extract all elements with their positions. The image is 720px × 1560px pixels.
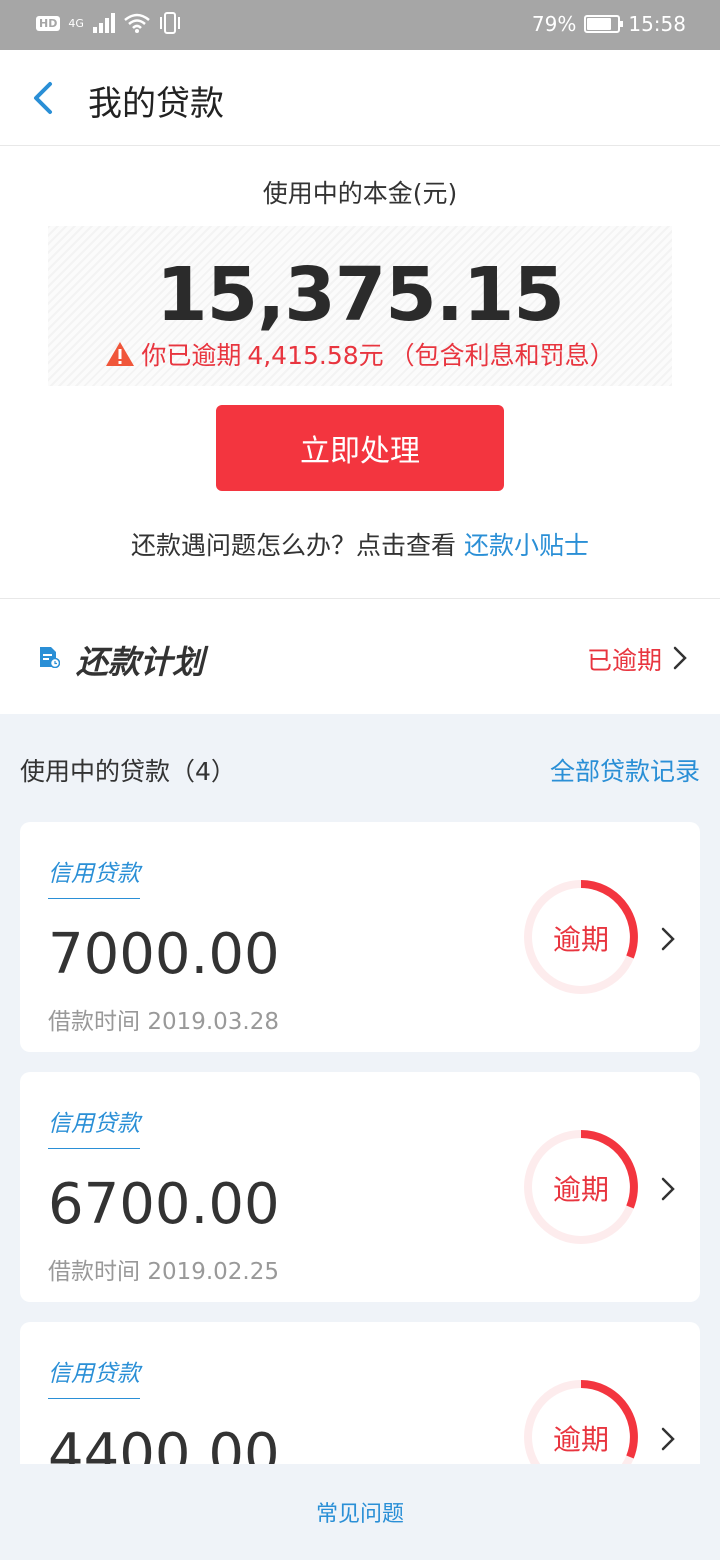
handle-now-button[interactable]: 立即处理 bbox=[216, 405, 504, 491]
principal-amount: 15,375.15 bbox=[156, 252, 565, 338]
status-right: 79% 15:58 bbox=[532, 12, 686, 36]
loan-amount: 6700.00 bbox=[48, 1172, 280, 1237]
plan-status: 已逾期 bbox=[586, 646, 662, 675]
network-label: 4G bbox=[68, 16, 84, 30]
all-loan-records-link[interactable]: 全部贷款记录 bbox=[550, 752, 700, 788]
app-header: 我的贷款 bbox=[0, 50, 720, 146]
amount-box: 15,375.15 你已逾期 4,415.58元 （包含利息和罚息） bbox=[48, 226, 672, 386]
clock: 15:58 bbox=[628, 12, 686, 36]
chevron-right-icon bbox=[661, 927, 675, 951]
loan-type: 信用贷款 bbox=[48, 1104, 140, 1149]
warning-icon bbox=[106, 342, 135, 366]
overdue-suffix: （包含利息和罚息） bbox=[389, 341, 615, 370]
chevron-right-icon bbox=[661, 1427, 675, 1451]
faq-link[interactable]: 常见问题 bbox=[316, 1496, 404, 1528]
loans-heading: 使用中的贷款（4） bbox=[20, 757, 236, 786]
loan-status: 逾期 bbox=[552, 1423, 609, 1456]
wifi-icon bbox=[124, 13, 150, 33]
loan-card[interactable]: 信用贷款 7000.00 借款时间 2019.03.28 逾期 bbox=[20, 822, 700, 1052]
page-title: 我的贷款 bbox=[88, 84, 224, 124]
chevron-right-icon bbox=[661, 1177, 675, 1201]
battery-icon bbox=[584, 15, 624, 33]
loan-card[interactable]: 信用贷款 6700.00 借款时间 2019.02.25 逾期 bbox=[20, 1072, 700, 1302]
document-icon bbox=[40, 647, 60, 668]
loan-date: 借款时间 2019.03.28 bbox=[48, 1002, 279, 1036]
overdue-amount: 4,415.58元 bbox=[247, 341, 384, 370]
hd-badge: HD bbox=[36, 15, 61, 31]
status-left: HD 4G bbox=[36, 12, 182, 34]
loan-date: 借款时间 2019.02.25 bbox=[48, 1252, 279, 1286]
vibrate-icon bbox=[159, 12, 180, 34]
tips-text: 还款遇问题怎么办？点击查看 bbox=[131, 531, 457, 560]
chevron-right-icon bbox=[673, 646, 687, 670]
loan-date-value: 2019.02.25 bbox=[147, 1259, 280, 1285]
tips-link[interactable]: 还款小贴士 bbox=[464, 531, 589, 560]
faq-bar: 常见问题 bbox=[0, 1464, 720, 1560]
signal-icon bbox=[92, 13, 115, 33]
loan-status: 逾期 bbox=[552, 1173, 609, 1206]
loan-date-value: 2019.03.28 bbox=[147, 1009, 280, 1035]
loan-status: 逾期 bbox=[552, 923, 609, 956]
loans-area: 使用中的贷款（4） 全部贷款记录 信用贷款 7000.00 借款时间 2019.… bbox=[0, 714, 720, 1552]
loan-type: 信用贷款 bbox=[48, 854, 140, 899]
overdue-notice: 你已逾期 4,415.58元 （包含利息和罚息） bbox=[48, 336, 672, 372]
loan-date-label: 借款时间 bbox=[48, 1259, 140, 1285]
loan-date-label: 借款时间 bbox=[48, 1009, 140, 1035]
principal-label: 使用中的本金(元) bbox=[262, 179, 458, 208]
repayment-plan-row[interactable]: 还款计划 已逾期 bbox=[0, 598, 720, 714]
loan-amount: 7000.00 bbox=[48, 922, 280, 987]
status-bar: HD 4G 79% 15:58 bbox=[0, 0, 720, 50]
plan-title: 还款计划 bbox=[76, 643, 205, 681]
loan-type: 信用贷款 bbox=[48, 1354, 140, 1399]
repayment-tips: 还款遇问题怎么办？点击查看 还款小贴士 bbox=[0, 526, 720, 562]
overdue-prefix: 你已逾期 bbox=[141, 341, 242, 370]
battery-fill bbox=[587, 18, 612, 30]
back-icon[interactable] bbox=[24, 76, 64, 120]
battery-percent: 79% bbox=[531, 12, 577, 36]
principal-summary: 使用中的本金(元) 15,375.15 你已逾期 4,415.58元 （包含利息… bbox=[0, 146, 720, 598]
